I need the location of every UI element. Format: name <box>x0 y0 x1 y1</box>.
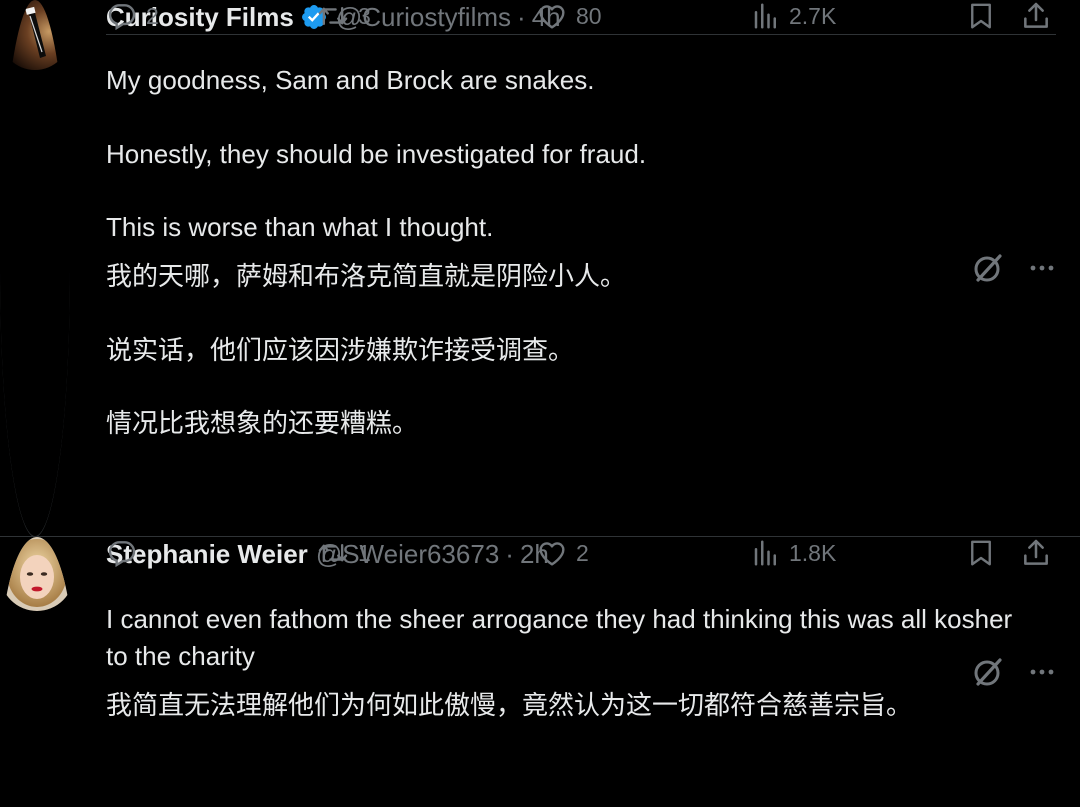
more-icon[interactable] <box>1028 254 1056 282</box>
avatar[interactable] <box>0 537 74 807</box>
view-count: 1.8K <box>789 539 837 566</box>
like-icon <box>536 0 576 32</box>
share-button[interactable] <box>1020 0 1060 32</box>
like-button[interactable]: 2 <box>536 537 589 569</box>
text-line: This is worse than what I thought. <box>106 212 494 242</box>
views-button[interactable]: 2.7K <box>751 0 836 32</box>
more-icon[interactable] <box>1028 658 1056 686</box>
repost-button[interactable]: 1 <box>316 537 371 569</box>
like-count: 80 <box>576 2 602 29</box>
share-button[interactable] <box>1020 537 1060 569</box>
views-button[interactable]: 1.8K <box>751 537 836 569</box>
text-line: 情况比我想象的还要糟糕。 <box>106 408 419 438</box>
text-line: 我的天哪，萨姆和布洛克简直就是阴险小人。 <box>106 261 627 291</box>
like-count: 2 <box>576 539 589 566</box>
avatar[interactable] <box>0 0 70 537</box>
text-line: 我简直无法理解他们为何如此傲慢，竟然认为这一切都符合慈善宗旨。 <box>106 690 913 720</box>
text-line: I cannot even fathom the sheer arrogance… <box>106 604 1013 671</box>
repost-button[interactable]: 3 <box>316 0 371 32</box>
text-line: Honestly, they should be investigated fo… <box>106 139 647 169</box>
action-bar: 1 2 1.8K <box>106 537 1056 571</box>
share-icon <box>1020 537 1060 569</box>
reply-button[interactable]: 2 <box>106 0 159 32</box>
reply-count: 2 <box>146 2 159 29</box>
view-count: 2.7K <box>789 2 837 29</box>
reply-icon <box>106 0 146 32</box>
bookmark-button[interactable] <box>966 537 1004 569</box>
reply-button[interactable] <box>106 537 146 569</box>
share-icon <box>1020 0 1060 32</box>
repost-icon <box>316 537 358 569</box>
bookmark-button[interactable] <box>966 0 1004 32</box>
views-icon <box>751 0 789 32</box>
tweet-top-icons <box>972 0 1056 537</box>
views-icon <box>751 537 789 569</box>
bookmark-icon <box>966 0 1004 32</box>
reply-icon <box>106 537 146 569</box>
text-line: 说实话，他们应该因涉嫌欺诈接受调查。 <box>106 335 575 365</box>
repost-icon <box>316 0 358 32</box>
like-button[interactable]: 80 <box>536 0 602 32</box>
like-icon <box>536 537 576 569</box>
grok-icon[interactable] <box>972 252 1004 284</box>
repost-count: 1 <box>358 539 371 566</box>
repost-count: 3 <box>358 2 371 29</box>
action-bar: 2 3 80 2.7K <box>106 0 1056 35</box>
bookmark-icon <box>966 537 1004 569</box>
text-line: My goodness, Sam and Brock are snakes. <box>106 65 595 95</box>
